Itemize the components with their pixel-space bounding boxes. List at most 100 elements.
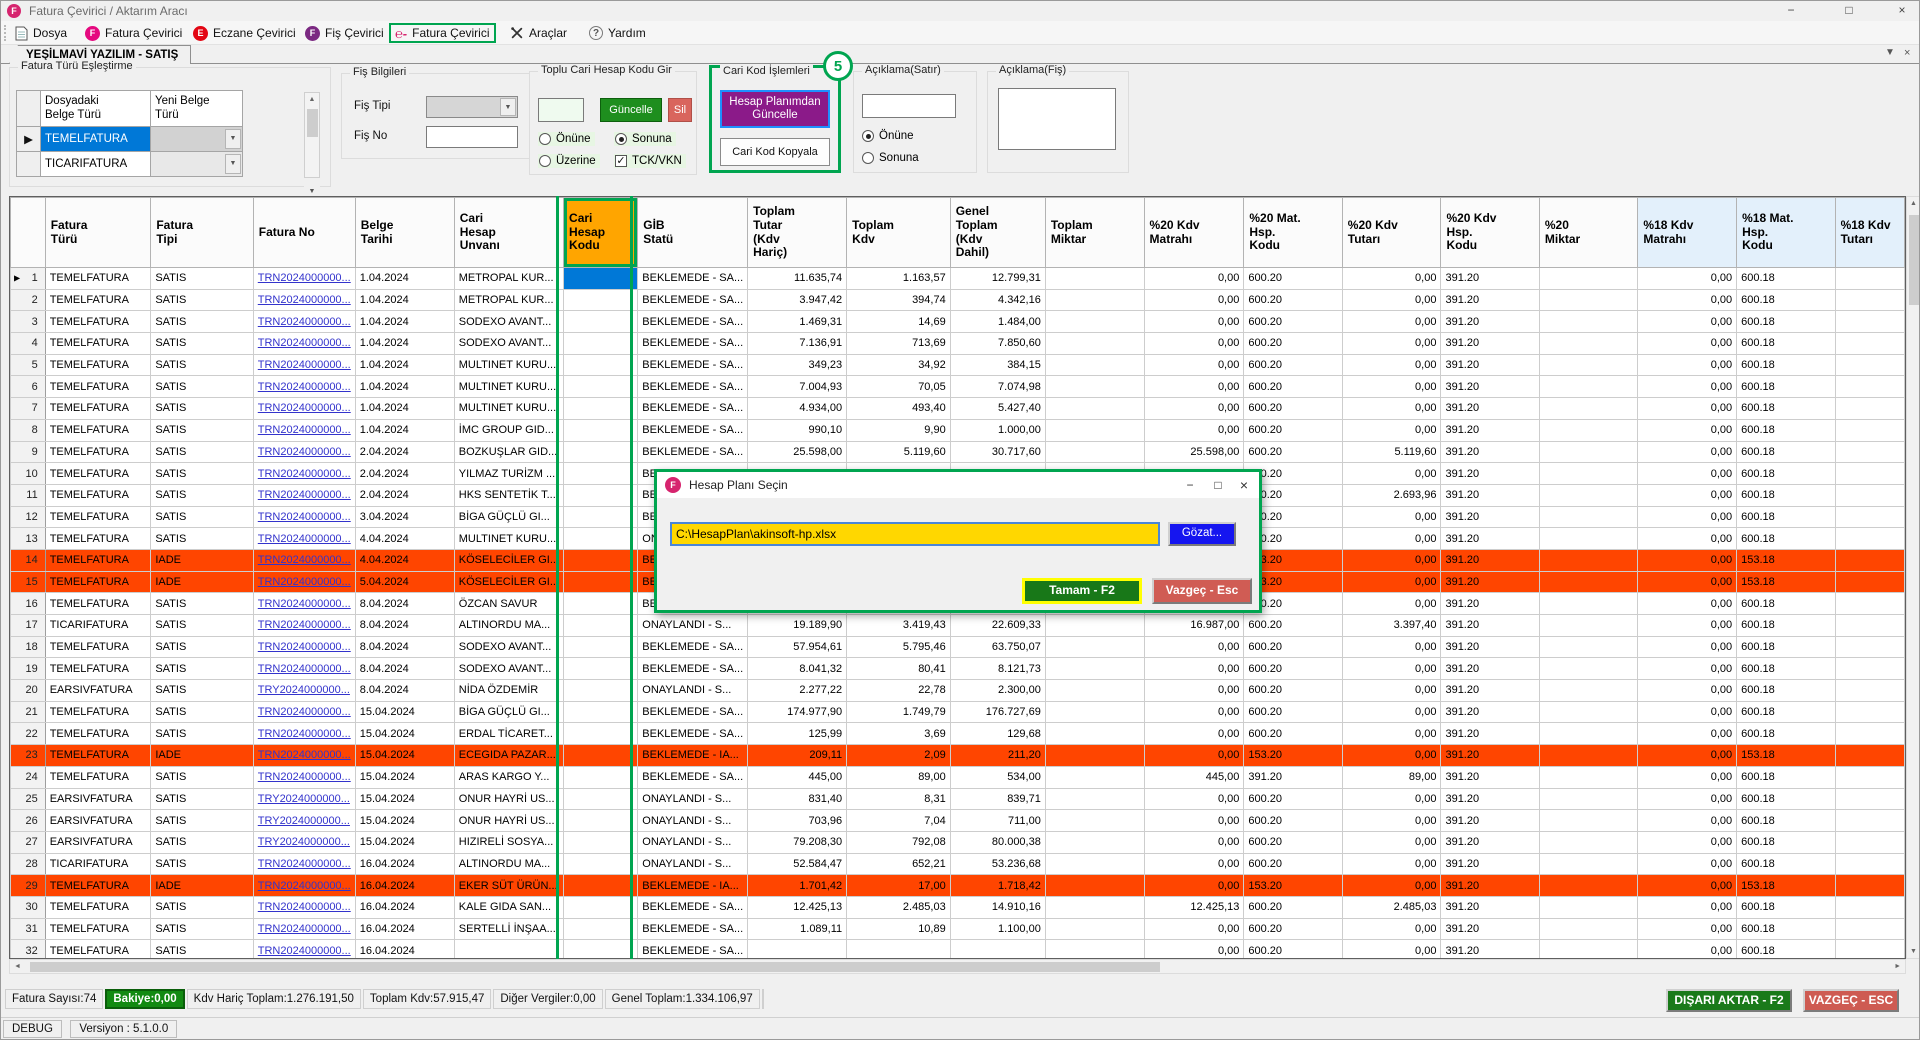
- scroll-up-icon[interactable]: ▲: [305, 93, 319, 103]
- fatura-no-link[interactable]: TRN2024000000...: [253, 333, 355, 355]
- column-header[interactable]: %20 Mat. Hsp. Kodu: [1244, 198, 1342, 268]
- radio-icon[interactable]: [862, 152, 874, 164]
- guncelle-button[interactable]: Güncelle: [600, 98, 662, 122]
- column-header[interactable]: [11, 198, 46, 268]
- column-header[interactable]: %18 Kdv Matrahı: [1638, 198, 1737, 268]
- fatura-no-link[interactable]: TRN2024000000...: [253, 723, 355, 745]
- dialog-close-button[interactable]: ×: [1233, 475, 1255, 495]
- column-header[interactable]: Cari Hesap Kodu: [564, 198, 638, 268]
- fatura-no-link[interactable]: TRN2024000000...: [253, 441, 355, 463]
- table-row[interactable]: 30TEMELFATURASATISTRN2024000000...16.04.…: [11, 896, 1905, 918]
- menu-yardim[interactable]: ? Yardım: [585, 23, 650, 43]
- table-row[interactable]: 26EARSIVFATURASATISTRY2024000000...15.04…: [11, 810, 1905, 832]
- radio-uzerine[interactable]: Üzerine: [538, 154, 600, 168]
- table-row[interactable]: 22TEMELFATURASATISTRN2024000000...15.04.…: [11, 723, 1905, 745]
- table-row[interactable]: 31TEMELFATURASATISTRN2024000000...16.04.…: [11, 918, 1905, 940]
- fatura-no-link[interactable]: TRN2024000000...: [253, 636, 355, 658]
- dropdown-icon[interactable]: ▼: [225, 154, 241, 174]
- fatura-no-link[interactable]: TRN2024000000...: [253, 289, 355, 311]
- table-row[interactable]: 19TEMELFATURASATISTRN2024000000...8.04.2…: [11, 658, 1905, 680]
- radio-icon[interactable]: [862, 130, 874, 142]
- radio-icon[interactable]: [539, 133, 551, 145]
- table-row[interactable]: 9TEMELFATURASATISTRN2024000000...2.04.20…: [11, 441, 1905, 463]
- tamam-button[interactable]: Tamam - F2: [1022, 578, 1142, 604]
- minimize-button[interactable]: −: [1776, 1, 1806, 20]
- fatura-no-link[interactable]: TRN2024000000...: [253, 376, 355, 398]
- menu-efatura-cevirici[interactable]: ℮- Fatura Çevirici: [389, 23, 496, 43]
- column-header[interactable]: Toplam Kdv: [847, 198, 951, 268]
- table-row[interactable]: 3TEMELFATURASATISTRN2024000000...1.04.20…: [11, 311, 1905, 333]
- mapping-row[interactable]: TICARIFATURA ▼: [17, 152, 243, 177]
- scroll-down-icon[interactable]: ▼: [1907, 948, 1920, 955]
- menu-fis-cevirici[interactable]: F Fiş Çevirici: [301, 23, 388, 43]
- table-row[interactable]: ▶1TEMELFATURASATISTRN2024000000...1.04.2…: [11, 268, 1905, 290]
- dialog-minimize-button[interactable]: −: [1179, 475, 1201, 495]
- fatura-no-link[interactable]: TRN2024000000...: [253, 484, 355, 506]
- table-row[interactable]: 24TEMELFATURASATISTRN2024000000...15.04.…: [11, 766, 1905, 788]
- column-header[interactable]: %20 Kdv Matrahı: [1144, 198, 1244, 268]
- table-row[interactable]: 7TEMELFATURASATISTRN2024000000...1.04.20…: [11, 398, 1905, 420]
- table-row[interactable]: 20EARSIVFATURASATISTRY2024000000...8.04.…: [11, 680, 1905, 702]
- menu-eczane-cevirici[interactable]: E Eczane Çevirici: [189, 23, 300, 43]
- checkbox-icon[interactable]: ✓: [615, 155, 627, 167]
- fatura-no-link[interactable]: TRN2024000000...: [253, 398, 355, 420]
- tab-close-icon[interactable]: ×: [1904, 47, 1910, 59]
- aciklama-satir-input[interactable]: [862, 94, 956, 118]
- vazgec-dialog-button[interactable]: Vazgeç - Esc: [1152, 578, 1252, 604]
- dropdown-icon[interactable]: ▼: [225, 129, 241, 149]
- fis-no-input[interactable]: [426, 126, 518, 148]
- scrollbar-thumb[interactable]: [307, 109, 318, 137]
- column-header[interactable]: %20 Kdv Hsp. Kodu: [1441, 198, 1539, 268]
- scrollbar-thumb[interactable]: [1909, 215, 1919, 305]
- fatura-no-link[interactable]: TRN2024000000...: [253, 506, 355, 528]
- yeni-belge-turu-dropdown[interactable]: ▼: [151, 127, 243, 152]
- fatura-no-link[interactable]: TRN2024000000...: [253, 419, 355, 441]
- maximize-button[interactable]: □: [1834, 1, 1864, 20]
- fatura-no-link[interactable]: TRN2024000000...: [253, 615, 355, 637]
- column-header[interactable]: Fatura No: [253, 198, 355, 268]
- scrollbar-thumb[interactable]: [30, 962, 1160, 972]
- cari-kod-kopyala-button[interactable]: Cari Kod Kopyala: [720, 138, 830, 166]
- fatura-no-link[interactable]: TRY2024000000...: [253, 680, 355, 702]
- menu-fatura-cevirici[interactable]: F Fatura Çevirici: [81, 23, 186, 43]
- table-row[interactable]: 8TEMELFATURASATISTRN2024000000...1.04.20…: [11, 419, 1905, 441]
- column-header[interactable]: Fatura Türü: [45, 198, 151, 268]
- menu-araclar[interactable]: Araçlar: [506, 23, 571, 43]
- radio-icon[interactable]: [615, 133, 627, 145]
- scroll-left-icon[interactable]: ◄: [14, 963, 21, 970]
- fatura-no-link[interactable]: TRY2024000000...: [253, 810, 355, 832]
- column-header[interactable]: Toplam Tutar (Kdv Hariç): [748, 198, 847, 268]
- fatura-no-link[interactable]: TRN2024000000...: [253, 463, 355, 485]
- fatura-no-link[interactable]: TRN2024000000...: [253, 940, 355, 959]
- disari-aktar-button[interactable]: DIŞARI AKTAR - F2: [1666, 989, 1792, 1012]
- table-row[interactable]: 5TEMELFATURASATISTRN2024000000...1.04.20…: [11, 354, 1905, 376]
- fatura-no-link[interactable]: TRN2024000000...: [253, 593, 355, 615]
- hesap-planimdan-guncelle-button[interactable]: Hesap Planımdan Güncelle: [720, 90, 830, 128]
- fatura-no-link[interactable]: TRN2024000000...: [253, 571, 355, 593]
- close-button[interactable]: ×: [1887, 1, 1917, 20]
- table-row[interactable]: 28TICARIFATURASATISTRN2024000000...16.04…: [11, 853, 1905, 875]
- sil-button[interactable]: Sil: [668, 98, 692, 122]
- fatura-no-link[interactable]: TRN2024000000...: [253, 766, 355, 788]
- fatura-no-link[interactable]: TRN2024000000...: [253, 918, 355, 940]
- table-row[interactable]: 25EARSIVFATURASATISTRY2024000000...15.04…: [11, 788, 1905, 810]
- fatura-no-link[interactable]: TRN2024000000...: [253, 354, 355, 376]
- table-row[interactable]: 2TEMELFATURASATISTRN2024000000...1.04.20…: [11, 289, 1905, 311]
- fatura-no-link[interactable]: TRN2024000000...: [253, 528, 355, 550]
- column-header[interactable]: GİB Statü: [638, 198, 748, 268]
- table-row[interactable]: 32TEMELFATURASATISTRN2024000000...16.04.…: [11, 940, 1905, 959]
- aciklama-fis-textarea[interactable]: [998, 88, 1116, 150]
- hesap-plani-path-input[interactable]: [670, 522, 1160, 546]
- mapping-row[interactable]: ▶ TEMELFATURA ▼: [17, 127, 243, 152]
- column-header[interactable]: %20 Kdv Tutarı: [1342, 198, 1441, 268]
- fatura-no-link[interactable]: TRN2024000000...: [253, 745, 355, 767]
- fatura-no-link[interactable]: TRN2024000000...: [253, 875, 355, 897]
- fatura-no-link[interactable]: TRY2024000000...: [253, 831, 355, 853]
- checkbox-tckvkn[interactable]: ✓TCK/VKN: [614, 154, 686, 168]
- fatura-no-link[interactable]: TRN2024000000...: [253, 268, 355, 290]
- fatura-no-link[interactable]: TRN2024000000...: [253, 658, 355, 680]
- table-row[interactable]: 17TICARIFATURASATISTRN2024000000...8.04.…: [11, 615, 1905, 637]
- table-row[interactable]: 21TEMELFATURASATISTRN2024000000...15.04.…: [11, 701, 1905, 723]
- fatura-no-link[interactable]: TRN2024000000...: [253, 701, 355, 723]
- table-row[interactable]: 23TEMELFATURAIADETRN2024000000...15.04.2…: [11, 745, 1905, 767]
